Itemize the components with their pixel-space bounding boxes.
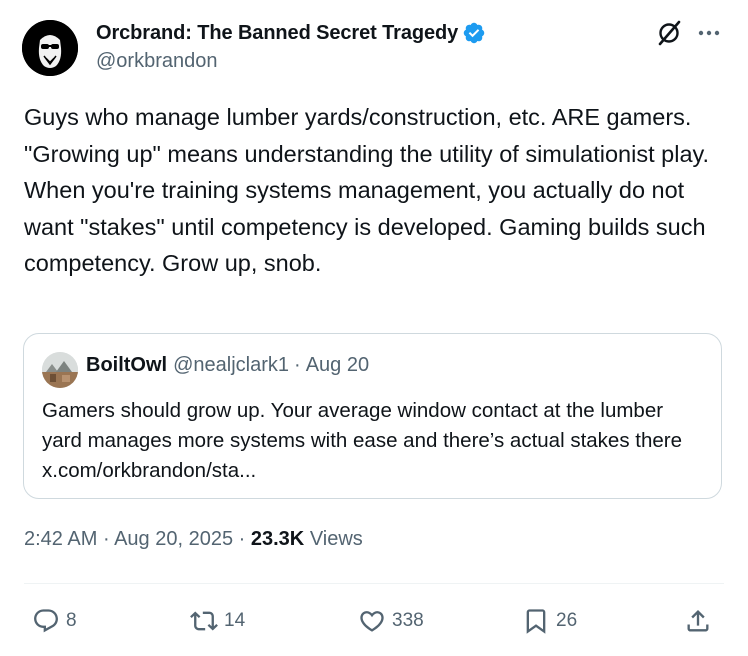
tweet-meta: 2:42 AM · Aug 20, 2025 · 23.3K Views (24, 528, 363, 551)
quoted-display-name[interactable]: BoiltOwl (86, 354, 167, 377)
author-name-row: Orcbrand: The Banned Secret Tragedy (96, 18, 486, 48)
reply-count: 8 (66, 610, 77, 631)
bookmark-button[interactable]: 26 (522, 600, 577, 642)
reply-icon (34, 609, 58, 633)
share-icon (687, 610, 709, 632)
author-avatar[interactable] (22, 20, 78, 76)
quoted-date[interactable]: Aug 20 (306, 354, 369, 377)
quoted-tweet-card[interactable]: BoiltOwl @nealjclark1 · Aug 20 Gamers sh… (23, 333, 722, 499)
tweet-text: Guys who manage lumber yards/constructio… (24, 104, 710, 276)
reply-button[interactable]: 8 (32, 600, 77, 642)
views-label: Views (309, 528, 363, 550)
like-count: 338 (392, 610, 424, 631)
divider (24, 583, 724, 584)
more-icon[interactable] (694, 18, 724, 48)
quoted-author-avatar[interactable] (42, 352, 78, 388)
bookmark-icon (526, 609, 546, 634)
action-bar: 8 14 338 26 (0, 600, 748, 642)
meta-separator-2: · (238, 528, 246, 550)
bookmark-count: 26 (556, 610, 578, 631)
author-handle[interactable]: @orkbrandon (96, 50, 217, 73)
meta-separator: · (102, 528, 110, 550)
verified-badge-icon[interactable] (462, 21, 486, 45)
quoted-separator: · (294, 354, 301, 376)
quoted-tweet-text: Gamers should grow up. Your average wind… (42, 399, 682, 482)
views-count: 23.3K (250, 528, 305, 550)
retweet-icon (190, 611, 218, 631)
like-button[interactable]: 338 (358, 600, 424, 642)
quoted-handle[interactable]: @nealjclark1 (173, 354, 289, 377)
share-button[interactable] (684, 600, 712, 642)
quoted-tweet-header: BoiltOwl @nealjclark1 · Aug 20 (86, 354, 369, 377)
tweet-time[interactable]: 2:42 AM (24, 528, 97, 550)
retweet-count: 14 (224, 610, 246, 631)
grok-icon[interactable] (654, 18, 684, 48)
retweet-button[interactable]: 14 (190, 600, 245, 642)
tweet-date[interactable]: Aug 20, 2025 (114, 528, 233, 550)
author-display-name[interactable]: Orcbrand: The Banned Secret Tragedy (96, 22, 458, 45)
like-icon (360, 611, 384, 632)
